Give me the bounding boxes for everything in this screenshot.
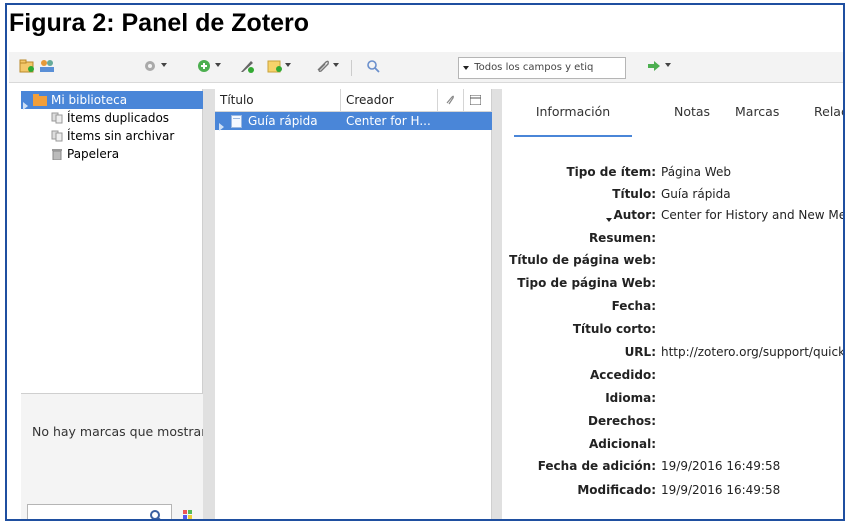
tab-label: Notas <box>674 104 711 119</box>
library-item-papelera[interactable]: Papelera <box>21 145 203 163</box>
library-label: Ítems duplicados <box>67 111 170 125</box>
webpage-item-icon <box>231 115 242 128</box>
column-header-title[interactable]: Título <box>215 89 341 111</box>
field-label: Adicional: <box>588 437 656 451</box>
tab-label: Relac <box>814 104 843 119</box>
item-creator-cell: Center for H... <box>346 114 431 128</box>
pane-splitter[interactable] <box>492 89 502 519</box>
search-icon <box>150 510 161 519</box>
figure-caption: Figura 2: Panel de Zotero <box>9 9 310 37</box>
column-creator-label: Creador <box>346 93 394 107</box>
field-value: 19/9/2016 16:49:58 <box>661 459 781 473</box>
field-label: Derechos: <box>588 414 656 428</box>
unfiled-icon <box>51 130 63 142</box>
duplicates-icon <box>51 112 63 124</box>
library-item-mi-biblioteca[interactable]: Mi biblioteca <box>21 91 203 110</box>
collections-pane: Mi biblioteca Ítems duplicados Ítems sin… <box>21 89 207 521</box>
pane-splitter[interactable] <box>203 89 215 519</box>
items-pane: Título Creador Guía rápida Center for H.… <box>215 89 492 519</box>
field-label: Título corto: <box>572 322 656 336</box>
chevron-down-icon[interactable] <box>665 58 671 71</box>
field-value[interactable]: Guía rápida <box>661 187 731 201</box>
trash-icon <box>52 149 62 160</box>
field-label: Accedido: <box>590 368 656 382</box>
expand-arrow-icon[interactable] <box>219 117 224 135</box>
library-icon <box>33 94 47 106</box>
field-label: Tipo de página Web: <box>517 276 656 290</box>
field-label: Resumen: <box>588 231 656 245</box>
library-item-duplicados[interactable]: Ítems duplicados <box>21 109 203 127</box>
search-mode-label: Todos los campos y etiq <box>474 62 594 73</box>
library-label: Papelera <box>67 147 120 161</box>
field-label: Título de página web: <box>509 253 656 267</box>
search-icon[interactable] <box>366 59 382 73</box>
tab-notas[interactable]: Notas <box>674 99 710 135</box>
column-title-label: Título <box>220 93 254 107</box>
main-toolbar: Todos los campos y etiq <box>9 52 843 83</box>
tag-color-icon[interactable] <box>183 510 197 521</box>
locate-icon[interactable] <box>646 59 662 73</box>
tag-selector: No hay marcas que mostrar <box>21 393 207 521</box>
chevron-down-icon[interactable] <box>333 58 339 71</box>
chevron-down-icon[interactable] <box>161 58 167 71</box>
attachment-icon[interactable] <box>315 59 331 73</box>
library-label: Mi biblioteca <box>51 93 128 107</box>
library-item-sin-archivar[interactable]: Ítems sin archivar <box>21 127 203 145</box>
tag-filter-input[interactable] <box>27 504 172 519</box>
new-collection-icon[interactable] <box>19 59 35 73</box>
field-value[interactable]: Center for History and New Me <box>661 208 843 222</box>
add-by-identifier-icon[interactable] <box>239 59 255 73</box>
field-label: Modificado: <box>577 483 656 497</box>
chevron-down-icon <box>463 63 469 73</box>
tab-label: Marcas <box>735 104 780 119</box>
column-header-attachments[interactable] <box>438 89 464 111</box>
field-label: Título: <box>612 187 656 201</box>
attachment-icon <box>446 95 454 105</box>
figure-frame: Todos los campos y etiq Mi biblioteca Ít… <box>5 3 845 521</box>
chevron-down-icon[interactable] <box>285 58 291 71</box>
tab-label: Información <box>535 104 611 119</box>
gear-icon[interactable] <box>142 59 158 73</box>
tab-informacion[interactable]: Información <box>514 99 632 137</box>
field-label: Autor: <box>613 208 656 222</box>
tab-marcas[interactable]: Marcas <box>735 99 779 135</box>
field-label: Fecha de adición: <box>537 459 656 473</box>
column-header-creator[interactable]: Creador <box>341 89 438 111</box>
tab-relacionado[interactable]: Relac <box>814 99 843 135</box>
column-picker-icon <box>470 95 481 105</box>
new-note-icon[interactable] <box>267 59 283 73</box>
item-title-cell: Guía rápida <box>248 114 318 128</box>
new-group-icon[interactable] <box>39 59 55 73</box>
field-value: 19/9/2016 16:49:58 <box>661 483 781 497</box>
chevron-down-icon[interactable] <box>215 58 221 71</box>
library-label: Ítems sin archivar <box>67 129 175 143</box>
field-label: Tipo de ítem: <box>566 165 656 179</box>
field-label: Fecha: <box>611 299 656 313</box>
field-value[interactable]: http://zotero.org/support/quick <box>661 345 843 359</box>
toolbar-separator <box>351 60 352 76</box>
table-row[interactable]: Guía rápida Center for H... <box>215 112 492 131</box>
field-label: Idioma: <box>605 391 656 405</box>
search-mode-dropdown[interactable]: Todos los campos y etiq <box>458 57 626 79</box>
new-item-icon[interactable] <box>197 59 213 73</box>
tag-empty-message: No hay marcas que mostrar <box>32 424 207 439</box>
field-value[interactable]: Página Web <box>661 165 731 179</box>
field-label: URL: <box>624 345 656 359</box>
item-pane: Información Notas Marcas Relac Tipo de í… <box>502 89 843 519</box>
column-picker[interactable] <box>464 89 492 111</box>
